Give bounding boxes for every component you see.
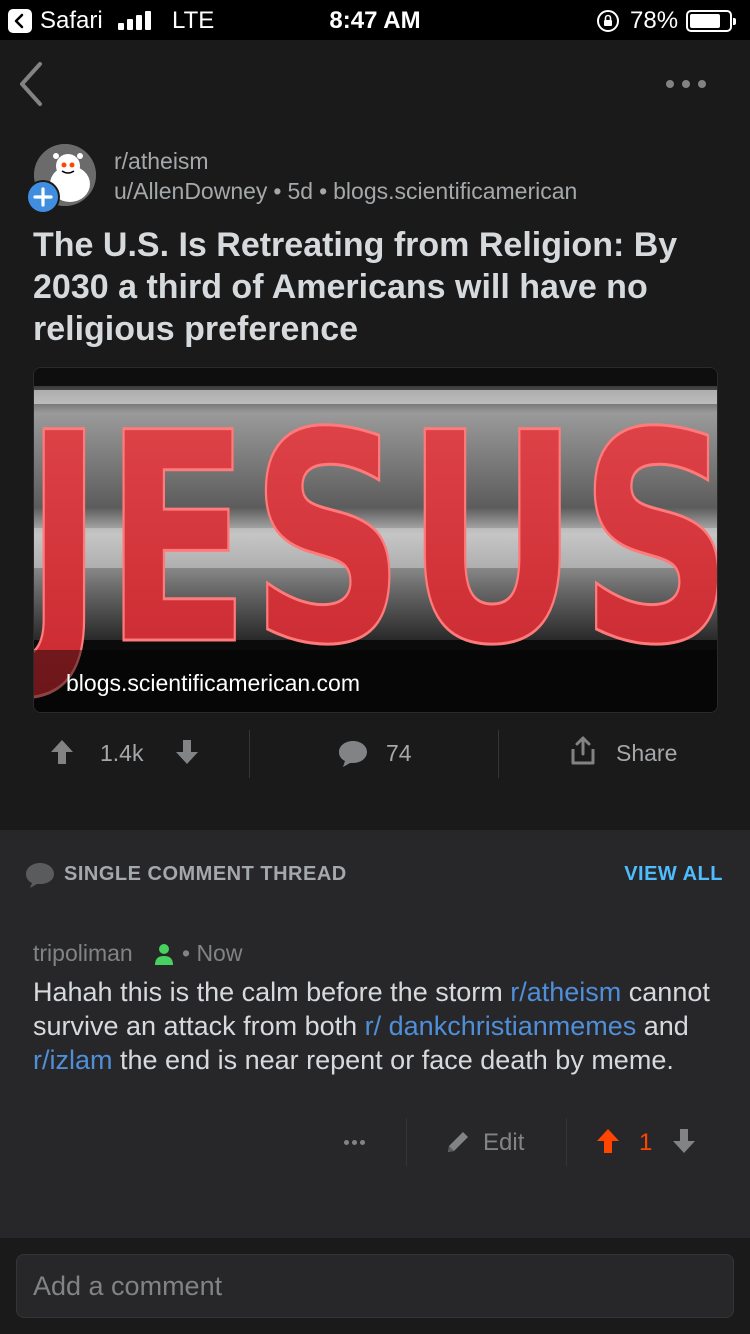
single-comment-thread-banner: SINGLE COMMENT THREAD VIEW ALL — [0, 830, 750, 918]
post-age: 5d — [287, 178, 314, 204]
link-domain: blogs.scientificamerican.com — [66, 670, 361, 696]
comment-link-izlam[interactable]: r/izlam — [33, 1045, 113, 1075]
pencil-icon[interactable] — [444, 1128, 472, 1156]
comment-time: • Now — [182, 940, 243, 966]
plus-icon — [33, 187, 53, 207]
edit-button[interactable]: Edit — [483, 1129, 524, 1157]
comment-composer-bar — [0, 1238, 750, 1334]
more-options-button[interactable] — [666, 76, 706, 92]
add-comment-input[interactable] — [16, 1254, 734, 1318]
link-preview-card[interactable]: JESUS blogs.scientificamerican.com — [33, 367, 718, 713]
link-preview-image: JESUS — [34, 368, 717, 712]
comment-text: and — [636, 1011, 689, 1041]
comment: tripoliman • Now Hahah this is the calm … — [0, 918, 750, 1238]
action-divider — [566, 1118, 567, 1166]
action-divider — [406, 1118, 407, 1166]
comment-body: Hahah this is the calm before the storm … — [33, 975, 723, 1077]
post-title[interactable]: The U.S. Is Retreating from Religion: By… — [33, 224, 723, 350]
comment-score: 1 — [639, 1129, 653, 1156]
battery-icon — [686, 10, 736, 32]
subreddit-name[interactable]: r/atheism — [114, 148, 209, 175]
thread-label: SINGLE COMMENT THREAD — [64, 863, 347, 885]
post: r/atheism u/AllenDowney • 5d • blogs.scienti… — [0, 130, 750, 830]
ellipsis-icon — [344, 1140, 349, 1145]
comment-author[interactable]: tripoliman — [33, 940, 133, 967]
comment-bubble-icon[interactable] — [337, 739, 369, 769]
comment-link-dankchristianmemes[interactable]: r/ dankchristianmemes — [365, 1011, 637, 1041]
post-source[interactable]: blogs.scientificamerican — [333, 178, 577, 204]
comment-link-atheism[interactable]: r/atheism — [510, 977, 621, 1007]
post-navigation-bar — [0, 40, 750, 130]
share-icon[interactable] — [569, 736, 597, 766]
chevron-left-icon — [20, 62, 42, 106]
post-vote-count: 1.4k — [100, 740, 144, 766]
downvote-icon[interactable] — [672, 1128, 696, 1154]
action-divider — [249, 730, 250, 778]
share-button[interactable]: Share — [616, 740, 677, 767]
battery-percent: 78% — [630, 7, 679, 34]
rotation-lock-icon — [596, 9, 620, 33]
join-subreddit-button[interactable] — [26, 180, 60, 214]
view-all-button[interactable]: VIEW ALL — [624, 863, 723, 886]
post-author[interactable]: u/AllenDowney — [114, 178, 267, 204]
comment-text: the end is near repent or face death by … — [112, 1045, 674, 1075]
meta-separator: • — [273, 178, 282, 204]
meta-separator: • — [319, 178, 328, 204]
op-user-icon — [155, 944, 173, 965]
comment-more-button[interactable] — [344, 1140, 366, 1146]
post-meta: u/AllenDowney • 5d • blogs.scientificamerica… — [114, 178, 577, 205]
upvote-icon-active[interactable] — [596, 1128, 620, 1154]
post-action-bar: 1.4k 74 Share — [0, 726, 750, 782]
ellipsis-icon — [666, 80, 674, 88]
status-bar: Safari LTE 8:47 AM 78% — [0, 0, 750, 40]
comment-action-bar: Edit 1 — [0, 1116, 750, 1172]
downvote-icon[interactable] — [175, 739, 199, 765]
action-divider — [498, 730, 499, 778]
post-comment-count[interactable]: 74 — [386, 740, 412, 767]
back-button[interactable] — [14, 60, 50, 108]
upvote-icon[interactable] — [50, 739, 74, 765]
comment-text: Hahah this is the calm before the storm — [33, 977, 511, 1007]
comment-bubble-icon — [26, 863, 54, 888]
